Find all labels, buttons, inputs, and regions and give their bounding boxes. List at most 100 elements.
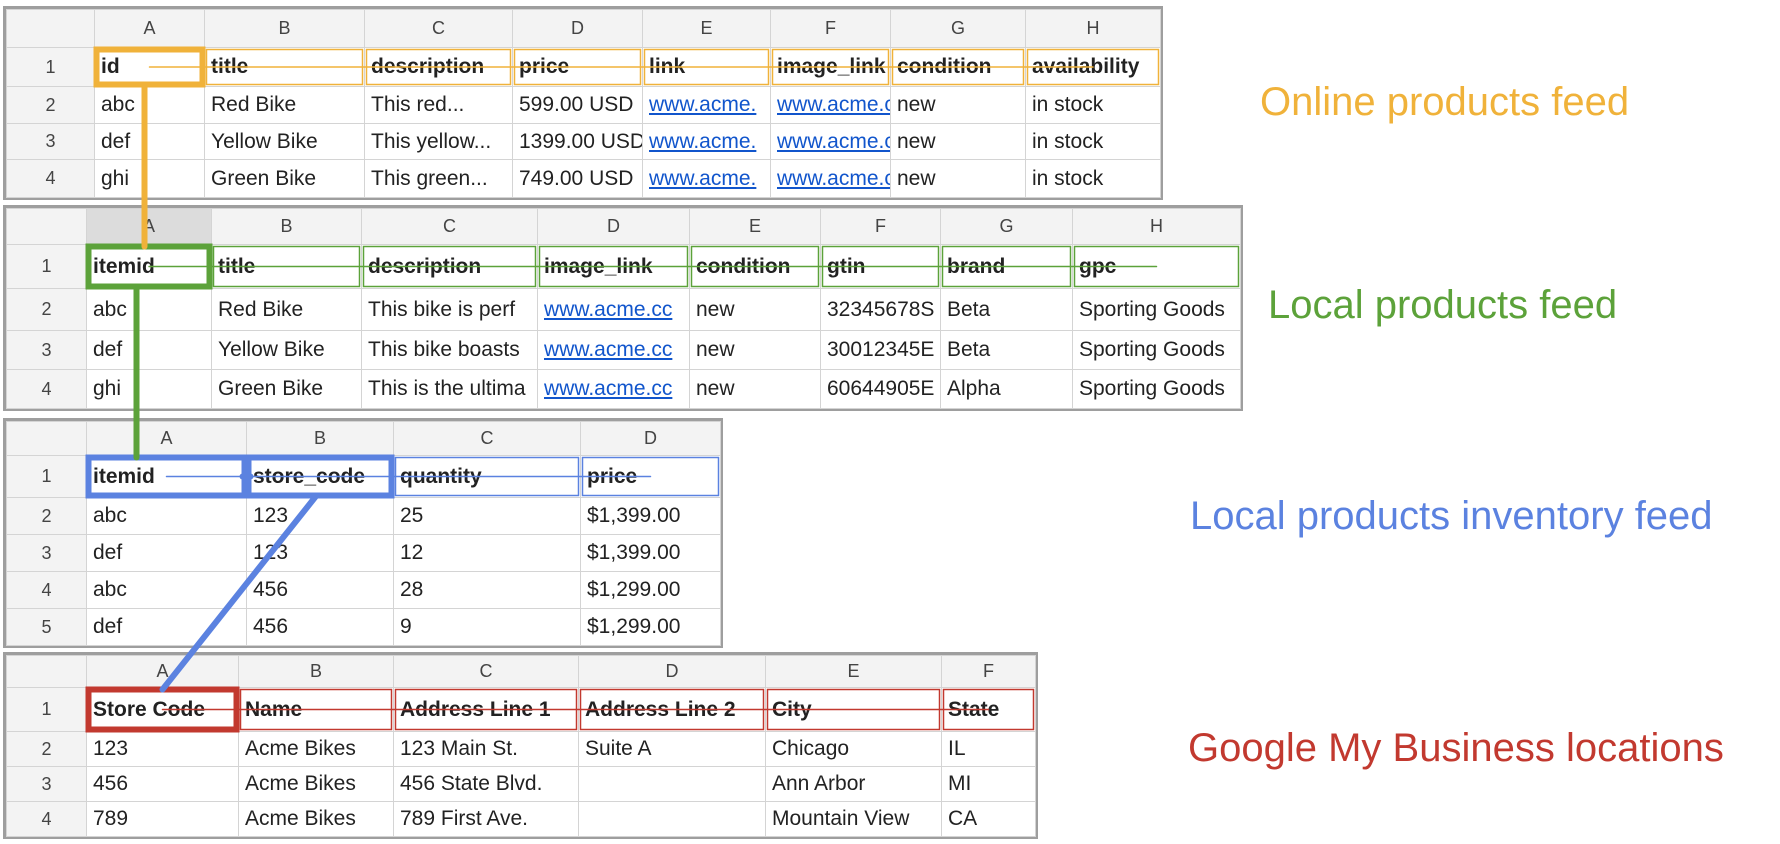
column-letter-d[interactable]: D: [537, 208, 690, 245]
data-cell[interactable]: 456: [246, 571, 394, 609]
data-cell[interactable]: Suite A: [578, 731, 766, 767]
link-cell[interactable]: www.acme.cc: [537, 330, 690, 370]
column-letter-a[interactable]: A: [94, 9, 205, 48]
data-cell[interactable]: def: [86, 534, 247, 572]
data-cell[interactable]: This green...: [364, 159, 513, 198]
data-cell[interactable]: $1,299.00: [580, 608, 721, 646]
data-cell[interactable]: This is the ultima: [361, 369, 538, 409]
data-cell[interactable]: 599.00 USD: [512, 86, 643, 124]
row-number[interactable]: 4: [6, 801, 87, 837]
data-cell[interactable]: Sporting Goods: [1072, 369, 1241, 409]
column-letter-h[interactable]: H: [1025, 9, 1161, 48]
column-letter-g[interactable]: G: [890, 9, 1026, 48]
data-cell[interactable]: abc: [86, 497, 247, 535]
field-header-cell[interactable]: City: [765, 687, 942, 732]
data-cell[interactable]: in stock: [1025, 159, 1161, 198]
data-cell[interactable]: Beta: [940, 330, 1073, 370]
row-number[interactable]: 3: [6, 123, 95, 160]
field-header-cell[interactable]: title: [211, 244, 362, 289]
data-cell[interactable]: new: [890, 123, 1026, 160]
data-cell[interactable]: $1,299.00: [580, 571, 721, 609]
row-number[interactable]: 4: [6, 159, 95, 198]
data-cell[interactable]: new: [689, 330, 821, 370]
field-header-cell[interactable]: link: [642, 47, 771, 87]
data-cell[interactable]: Green Bike: [204, 159, 365, 198]
data-cell[interactable]: [578, 766, 766, 802]
column-letter-c[interactable]: C: [393, 655, 579, 688]
field-header-cell[interactable]: condition: [689, 244, 821, 289]
data-cell[interactable]: Yellow Bike: [211, 330, 362, 370]
data-cell[interactable]: 749.00 USD: [512, 159, 643, 198]
data-cell[interactable]: This red...: [364, 86, 513, 124]
field-header-cell[interactable]: description: [364, 47, 513, 87]
data-cell[interactable]: def: [94, 123, 205, 160]
link-cell[interactable]: www.acme.: [642, 123, 771, 160]
column-letter-c[interactable]: C: [361, 208, 538, 245]
field-header-cell[interactable]: store_code: [246, 455, 394, 498]
column-letter-d[interactable]: D: [580, 421, 721, 456]
data-cell[interactable]: CA: [941, 801, 1036, 837]
field-header-cell[interactable]: Name: [238, 687, 394, 732]
field-header-cell[interactable]: title: [204, 47, 365, 87]
link-cell[interactable]: www.acme.co: [770, 159, 891, 198]
link-cell[interactable]: www.acme.co: [770, 123, 891, 160]
field-header-cell[interactable]: condition: [890, 47, 1026, 87]
link-cell[interactable]: www.acme.co: [770, 86, 891, 124]
field-header-cell[interactable]: id: [94, 47, 205, 87]
column-letter-e[interactable]: E: [689, 208, 821, 245]
column-letter-d[interactable]: D: [578, 655, 766, 688]
data-cell[interactable]: 28: [393, 571, 581, 609]
row-number[interactable]: 2: [6, 86, 95, 124]
corner-cell[interactable]: [6, 655, 87, 688]
corner-cell[interactable]: [6, 421, 87, 456]
column-letter-a[interactable]: A: [86, 208, 212, 245]
data-cell[interactable]: 30012345E: [820, 330, 941, 370]
column-letter-g[interactable]: G: [940, 208, 1073, 245]
column-letter-e[interactable]: E: [642, 9, 771, 48]
data-cell[interactable]: 123: [246, 534, 394, 572]
corner-cell[interactable]: [6, 9, 95, 48]
data-cell[interactable]: ghi: [86, 369, 212, 409]
column-letter-f[interactable]: F: [770, 9, 891, 48]
data-cell[interactable]: Acme Bikes: [238, 766, 394, 802]
data-cell[interactable]: def: [86, 330, 212, 370]
data-cell[interactable]: abc: [86, 288, 212, 331]
column-letter-d[interactable]: D: [512, 9, 643, 48]
data-cell[interactable]: 25: [393, 497, 581, 535]
data-cell[interactable]: new: [890, 86, 1026, 124]
field-header-cell[interactable]: gtin: [820, 244, 941, 289]
field-header-cell[interactable]: itemid: [86, 244, 212, 289]
data-cell[interactable]: 123: [86, 731, 239, 767]
data-cell[interactable]: 123 Main St.: [393, 731, 579, 767]
column-letter-c[interactable]: C: [364, 9, 513, 48]
column-letter-a[interactable]: A: [86, 421, 247, 456]
data-cell[interactable]: abc: [86, 571, 247, 609]
data-cell[interactable]: Sporting Goods: [1072, 330, 1241, 370]
data-cell[interactable]: Acme Bikes: [238, 731, 394, 767]
data-cell[interactable]: Alpha: [940, 369, 1073, 409]
column-letter-h[interactable]: H: [1072, 208, 1241, 245]
data-cell[interactable]: MI: [941, 766, 1036, 802]
data-cell[interactable]: Mountain View: [765, 801, 942, 837]
data-cell[interactable]: in stock: [1025, 86, 1161, 124]
column-letter-a[interactable]: A: [86, 655, 239, 688]
data-cell[interactable]: Red Bike: [204, 86, 365, 124]
link-cell[interactable]: www.acme.: [642, 86, 771, 124]
row-number[interactable]: 5: [6, 608, 87, 646]
link-cell[interactable]: www.acme.: [642, 159, 771, 198]
data-cell[interactable]: 456: [246, 608, 394, 646]
data-cell[interactable]: Beta: [940, 288, 1073, 331]
data-cell[interactable]: 1399.00 USD: [512, 123, 643, 160]
field-header-cell[interactable]: availability: [1025, 47, 1161, 87]
row-number[interactable]: 4: [6, 369, 87, 409]
data-cell[interactable]: [578, 801, 766, 837]
column-letter-e[interactable]: E: [765, 655, 942, 688]
data-cell[interactable]: Yellow Bike: [204, 123, 365, 160]
field-header-cell[interactable]: price: [512, 47, 643, 87]
corner-cell[interactable]: [6, 208, 87, 245]
field-header-cell[interactable]: State: [941, 687, 1036, 732]
row-number[interactable]: 2: [6, 288, 87, 331]
data-cell[interactable]: Acme Bikes: [238, 801, 394, 837]
data-cell[interactable]: 789 First Ave.: [393, 801, 579, 837]
data-cell[interactable]: new: [689, 369, 821, 409]
